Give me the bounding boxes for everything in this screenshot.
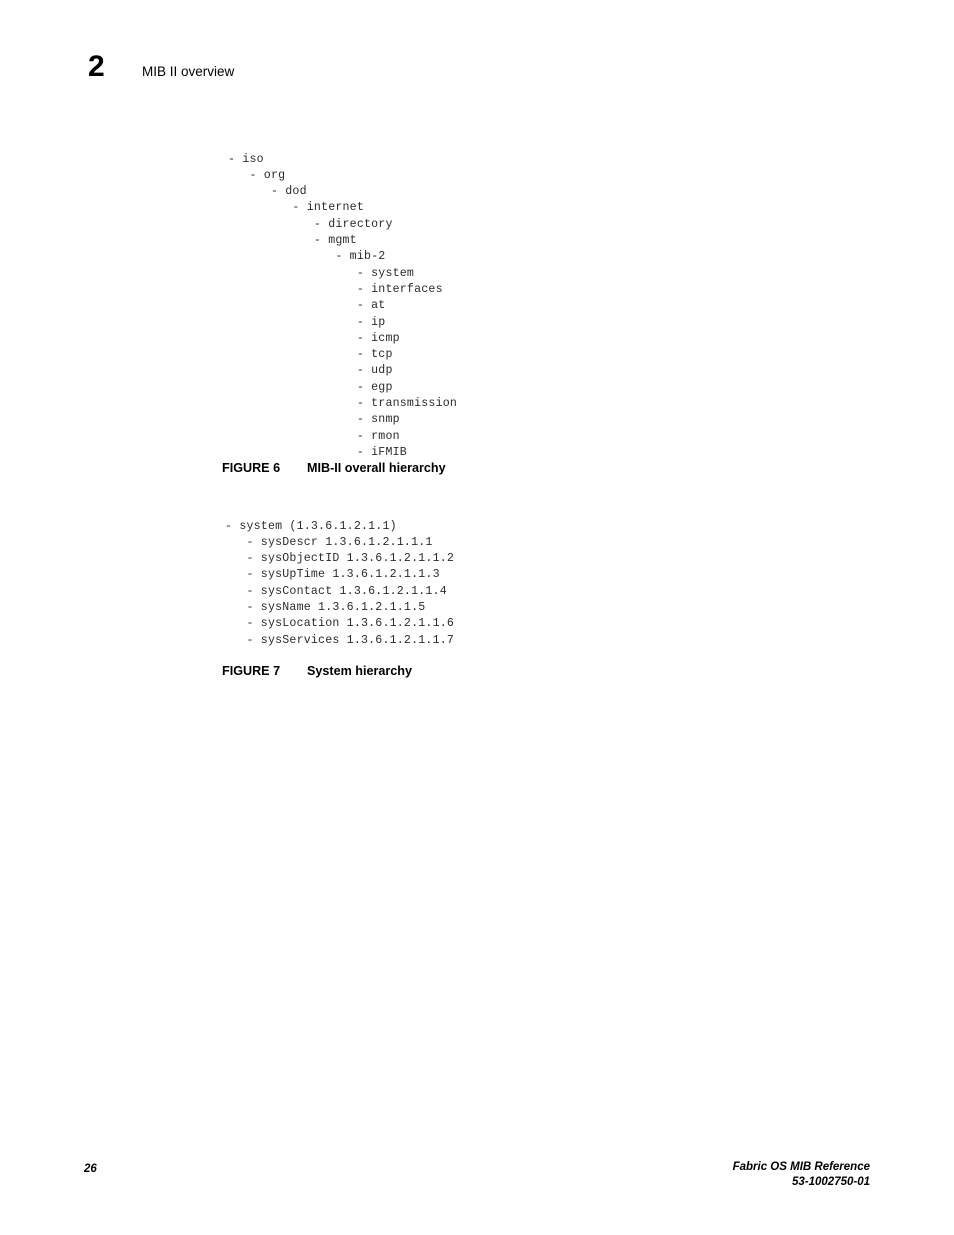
code-line: - tcp [228,348,393,362]
document-page: 2 MIB II overview - iso - org - dod - in… [0,0,954,1235]
mib2-hierarchy-listing: - iso - org - dod - internet - directory… [228,152,457,462]
code-line: - sysUpTime 1.3.6.1.2.1.1.3 [225,568,440,582]
code-line: - dod [228,185,307,199]
code-line: - sysDescr 1.3.6.1.2.1.1.1 [225,535,433,549]
page-header: 2 MIB II overview [88,50,888,92]
code-line: - rmon [228,429,400,443]
code-line: - transmission [228,397,458,411]
code-line: - sysServices 1.3.6.1.2.1.1.7 [225,633,455,647]
footer-page-number: 26 [84,1163,97,1175]
system-hierarchy-listing: - system (1.3.6.1.2.1.1) - sysDescr 1.3.… [225,519,454,649]
page-footer: 26 Fabric OS MIB Reference 53-1002750-01 [0,1160,954,1205]
code-line: - sysContact 1.3.6.1.2.1.1.4 [225,584,447,598]
code-line: - mib-2 [228,250,386,264]
code-line: - system [228,266,415,280]
code-line: - sysObjectID 1.3.6.1.2.1.1.2 [225,552,455,566]
chapter-number: 2 [88,50,105,83]
code-line: - iFMIB [228,445,407,459]
figure-7-label: FIGURE 7 [222,664,281,678]
code-line: - ip [228,315,386,329]
figure-7-caption: FIGURE 7 System hierarchy [222,663,412,679]
figure-6-caption-text: MIB-II overall hierarchy [307,461,446,475]
code-line: - icmp [228,331,400,345]
code-line: - sysName 1.3.6.1.2.1.1.5 [225,601,426,615]
code-line: - mgmt [228,234,357,248]
chapter-title: MIB II overview [142,64,235,79]
footer-document-info: Fabric OS MIB Reference 53-1002750-01 [733,1160,870,1190]
code-line: - at [228,299,386,313]
code-line: - interfaces [228,282,443,296]
footer-document-title: Fabric OS MIB Reference [732,1161,870,1173]
code-line: - snmp [228,413,400,427]
code-line: - internet [228,201,364,215]
code-line: - udp [228,364,393,378]
footer-document-part-number: 53-1002750-01 [791,1176,870,1188]
code-line: - system (1.3.6.1.2.1.1) [225,519,397,533]
figure-6-caption: FIGURE 6 MIB-II overall hierarchy [222,460,446,476]
code-line: - directory [228,217,393,231]
code-line: - org [228,168,286,182]
code-line: - iso [228,152,264,166]
code-line: - sysLocation 1.3.6.1.2.1.1.6 [225,617,455,631]
code-line: - egp [228,380,393,394]
figure-7-caption-text: System hierarchy [307,664,413,678]
figure-6-label: FIGURE 6 [222,461,281,475]
